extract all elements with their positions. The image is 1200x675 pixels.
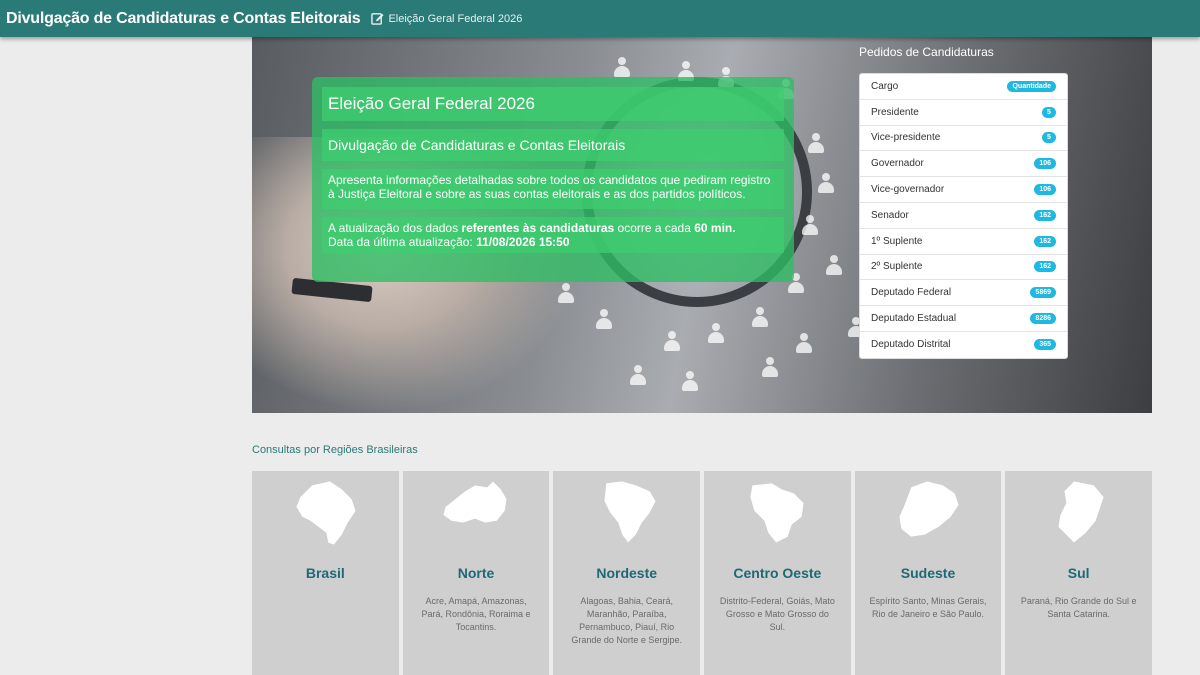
last-update-label: Data da última atualização: (328, 235, 477, 249)
quantidade-badge: 106 (1034, 184, 1056, 196)
election-info-card: Eleição Geral Federal 2026 Divulgação de… (312, 77, 794, 282)
app-title: Divulgação de Candidaturas e Contas Elei… (6, 9, 361, 27)
cargo-header: Cargo (871, 80, 899, 92)
candidatura-row[interactable]: Presidente 5 (860, 100, 1067, 126)
hero-title: Eleição Geral Federal 2026 (322, 87, 784, 121)
edit-icon (371, 13, 385, 25)
region-card-sul[interactable]: Sul Paraná, Rio Grande do Sul e Santa Cat… (1005, 471, 1153, 675)
election-link[interactable]: Eleição Geral Federal 2026 (371, 12, 522, 25)
candidatura-row[interactable]: Vice-presidente 5 (860, 126, 1067, 152)
person-icon (614, 57, 630, 77)
quantidade-badge: 162 (1034, 261, 1056, 273)
cargo-label: Vice-governador (871, 184, 945, 196)
candidatura-row[interactable]: Deputado Estadual 8286 (860, 306, 1067, 332)
candidatura-row[interactable]: Vice-governador 106 (860, 177, 1067, 203)
cargo-label: Vice-presidente (871, 132, 941, 144)
cargo-label: Deputado Distrital (871, 339, 951, 351)
top-bar: Divulgação de Candidaturas e Contas Elei… (0, 0, 1200, 37)
center-west-region-map-icon (749, 482, 805, 544)
candidaturas-header-row: Cargo Quantidade (860, 74, 1067, 100)
person-icon (664, 331, 680, 351)
brazil-map-icon (295, 480, 357, 546)
region-name: Norte (457, 565, 495, 581)
update-bold: referentes às candidaturas (461, 221, 615, 235)
region-name: Sudeste (900, 565, 956, 581)
person-icon (596, 309, 612, 329)
region-states: Distrito-Federal, Goiás, Mato Grosso e M… (719, 596, 835, 632)
person-icon (708, 323, 724, 343)
candidatura-row[interactable]: Deputado Distrital 365 (860, 332, 1067, 358)
update-prefix: A atualização dos dados (328, 221, 462, 235)
cargo-label: 1º Suplente (871, 235, 923, 247)
person-icon (802, 215, 818, 235)
region-name: Centro Oeste (733, 565, 822, 581)
hero-description: Apresenta informações detalhadas sobre t… (322, 169, 784, 209)
cargo-label: Deputado Federal (871, 287, 952, 299)
person-icon (752, 307, 768, 327)
quantidade-badge: 5 (1042, 132, 1056, 144)
region-name: Sul (1067, 565, 1090, 581)
southeast-region-map-icon (898, 480, 960, 538)
hero-subtitle: Divulgação de Candidaturas e Contas Elei… (322, 129, 784, 161)
candidatura-row[interactable]: Senador 162 (860, 203, 1067, 229)
south-region-map-icon (1057, 480, 1105, 544)
person-icon (826, 255, 842, 275)
region-states: Paraná, Rio Grande do Sul e Santa Catari… (1020, 596, 1137, 619)
candidaturas-table: Cargo Quantidade Presidente 5 Vice-preside… (859, 73, 1068, 359)
region-name: Nordeste (596, 565, 658, 581)
region-name: Brasil (305, 565, 345, 581)
quantidade-badge: 162 (1034, 209, 1056, 221)
quantidade-badge: 106 (1034, 158, 1056, 170)
person-icon (818, 173, 834, 193)
last-update-value: 11/08/2026 15:50 (476, 235, 570, 249)
quantidade-badge: 5 (1042, 106, 1056, 118)
person-icon (558, 283, 574, 303)
cargo-label: Senador (871, 209, 909, 221)
cargo-label: Governador (871, 158, 924, 170)
regions-heading: Consultas por Regiões Brasileiras (252, 444, 418, 456)
cargo-label: Deputado Estadual (871, 313, 957, 325)
update-info: A atualização dos dados referentes às ca… (322, 217, 784, 253)
person-icon (762, 357, 778, 377)
cargo-label: 2º Suplente (871, 261, 923, 273)
north-region-map-icon (442, 480, 508, 524)
candidatura-row[interactable]: Governador 106 (860, 151, 1067, 178)
quantidade-badge: 5869 (1030, 287, 1056, 299)
region-card-sudeste[interactable]: Sudeste Espírito Santo, Minas Gerais, Rio… (854, 471, 1002, 675)
update-interval: 60 min. (694, 221, 736, 235)
candidaturas-title: Pedidos de Candidaturas (859, 45, 994, 59)
regions-grid: Brasil Norte Acre, Amapá, Amazonas, Pará, … (252, 471, 1153, 675)
region-card-norte[interactable]: Norte Acre, Amapá, Amazonas, Pará, Rondôn… (402, 471, 550, 675)
region-card-brasil[interactable]: Brasil (252, 471, 399, 675)
update-middle: ocorre a cada (614, 221, 695, 235)
hero-banner: Eleição Geral Federal 2026 Divulgação de… (252, 37, 1152, 413)
person-icon (630, 365, 646, 385)
region-card-nordeste[interactable]: Nordeste Alagoas, Bahia, Ceará, Maranhão,… (553, 471, 701, 675)
person-icon (796, 333, 812, 353)
quantidade-header-badge: Quantidade (1007, 80, 1056, 92)
region-states: Espírito Santo, Minas Gerais, Rio de Jan… (869, 596, 987, 619)
person-icon (808, 133, 824, 153)
candidatura-row[interactable]: Deputado Federal 5869 (860, 280, 1067, 307)
cargo-label: Presidente (871, 106, 919, 118)
region-card-centro-oeste[interactable]: Centro Oeste Distrito-Federal, Goiás, Mat… (704, 471, 851, 675)
candidatura-row[interactable]: 1º Suplente 162 (860, 229, 1067, 255)
election-link-label: Eleição Geral Federal 2026 (388, 12, 523, 25)
region-states: Acre, Amapá, Amazonas, Pará, Rondônia, R… (421, 596, 531, 632)
region-states: Alagoas, Bahia, Ceará, Maranhão, Paraíba… (571, 596, 682, 645)
quantidade-badge: 8286 (1030, 313, 1056, 325)
person-icon (682, 371, 698, 391)
northeast-region-map-icon (603, 480, 657, 544)
quantidade-badge: 162 (1034, 235, 1056, 247)
candidatura-row[interactable]: 2º Suplente 162 (860, 255, 1067, 281)
quantidade-badge: 365 (1034, 339, 1056, 351)
